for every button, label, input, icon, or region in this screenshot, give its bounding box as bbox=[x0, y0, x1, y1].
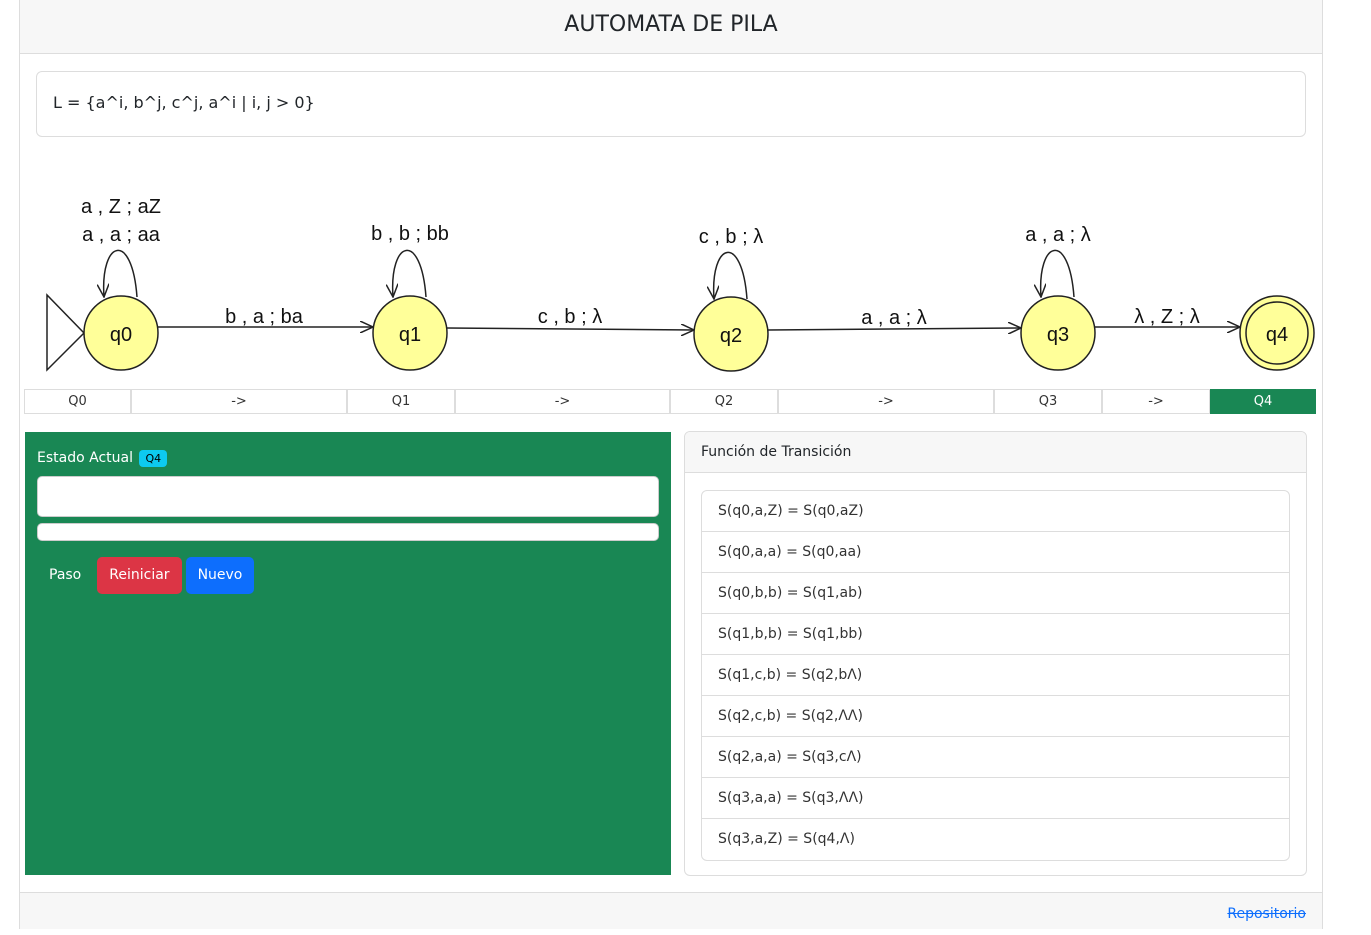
list-item: S(q0,b,b) = S(q1,ab) bbox=[702, 573, 1289, 614]
tape-cell: Q3 bbox=[994, 389, 1102, 414]
list-item: S(q0,a,Z) = S(q0,aZ) bbox=[702, 491, 1289, 532]
tape-cell: Q0 bbox=[24, 389, 131, 414]
tape-cell: -> bbox=[455, 389, 670, 414]
list-item: S(q1,c,b) = S(q2,bΛ) bbox=[702, 655, 1289, 696]
current-state-badge: Q4 bbox=[139, 450, 168, 467]
language-definition: L = {a^i, b^j, c^j, a^i | i, j > 0} bbox=[36, 71, 1306, 137]
list-item: S(q2,a,a) = S(q3,cΛ) bbox=[702, 737, 1289, 778]
list-item: S(q3,a,Z) = S(q4,Λ) bbox=[718, 831, 855, 847]
list-item: S(q1,b,b) = S(q1,bb) bbox=[702, 614, 1289, 655]
tape-cell-active: Q4 bbox=[1210, 389, 1316, 414]
paso-button[interactable]: Paso bbox=[37, 557, 93, 594]
tape-cell: -> bbox=[778, 389, 994, 414]
transition-list: S(q0,a,Z) = S(q0,aZ) S(q0,a,a) = S(q0,aa… bbox=[701, 490, 1290, 861]
list-item: S(q0,a,a) = S(q0,aa) bbox=[702, 532, 1289, 573]
state-tape: Q0 -> Q1 -> Q2 -> Q3 -> Q4 bbox=[24, 389, 1316, 414]
page-title: AUTOMATA DE PILA bbox=[20, 0, 1322, 54]
reiniciar-button[interactable]: Reiniciar bbox=[97, 557, 182, 594]
progress-bar bbox=[37, 523, 659, 541]
transition-function-card: Función de Transición S(q0,a,Z) = S(q0,a… bbox=[684, 431, 1307, 876]
tape-cell: -> bbox=[131, 389, 347, 414]
tape-cell: -> bbox=[1102, 389, 1210, 414]
tape-cell: Q1 bbox=[347, 389, 455, 414]
input-string-field[interactable] bbox=[37, 476, 659, 517]
main-container: AUTOMATA DE PILA L = {a^i, b^j, c^j, a^i… bbox=[19, 0, 1323, 929]
footer: Repositorio bbox=[20, 892, 1322, 929]
simulation-panel: Estado Actual Q4 Paso Reiniciar Nuevo bbox=[25, 432, 671, 875]
estado-label: Estado Actual bbox=[37, 450, 133, 466]
tape-cell: Q2 bbox=[670, 389, 778, 414]
card-title: Función de Transición bbox=[685, 432, 1306, 473]
nuevo-button[interactable]: Nuevo bbox=[185, 557, 255, 594]
repositorio-link[interactable]: Repositorio bbox=[1227, 906, 1306, 922]
list-item: S(q2,c,b) = S(q2,ΛΛ) bbox=[702, 696, 1289, 737]
list-item: S(q3,a,a) = S(q3,ΛΛ) bbox=[702, 778, 1289, 819]
